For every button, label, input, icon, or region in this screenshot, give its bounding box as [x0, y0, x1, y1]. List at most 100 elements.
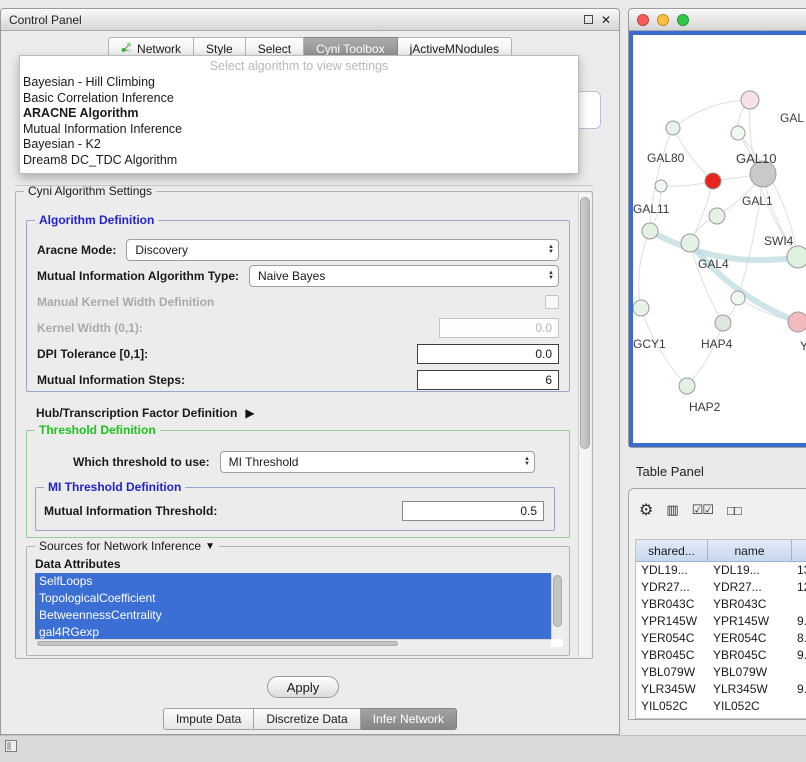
data-attribute-item[interactable]: BetweennessCentrality	[35, 607, 551, 624]
table-cell: YPR145W	[636, 613, 708, 630]
combo-arrows-icon	[548, 271, 554, 281]
mi-threshold-label: Mutual Information Threshold:	[44, 504, 217, 518]
network-node-gal1[interactable]	[709, 208, 725, 224]
column-header-name[interactable]: name	[708, 540, 792, 562]
algorithm-option-dream8-dc-tdc-algorithm[interactable]: Dream8 DC_TDC Algorithm	[20, 153, 578, 169]
column-selector-icon[interactable]: ▥	[666, 502, 677, 518]
collapse-down-icon[interactable]	[205, 541, 215, 552]
close-traffic-light-icon[interactable]	[637, 14, 649, 26]
network-edge[interactable]	[639, 231, 650, 308]
mi-threshold-input[interactable]: 0.5	[402, 501, 544, 521]
algorithm-option-aracne-algorithm[interactable]: ARACNE Algorithm	[20, 106, 578, 122]
kernel-width-input[interactable]: 0.0	[439, 318, 559, 338]
attribute-list-scrollbar[interactable]	[551, 573, 563, 639]
network-node-gal80[interactable]	[666, 121, 680, 135]
column-header-shared[interactable]: shared...	[636, 540, 708, 562]
table-row[interactable]: YIL052CYIL052C	[636, 698, 806, 715]
select-all-columns-icon[interactable]: ☑☑	[692, 502, 713, 518]
sources-title[interactable]: Sources for Network Inference	[35, 539, 219, 553]
data-attribute-item[interactable]: SelfLoops	[35, 573, 551, 590]
network-view-frame: GALGAL80GAL10GAL1GAL11SWI4GAL4YGCY1HAP4H…	[629, 31, 806, 447]
panel-toggle-icon[interactable]	[5, 740, 17, 752]
manual-kernel-checkbox[interactable]	[545, 295, 559, 309]
gear-icon[interactable]: ⚙	[639, 500, 652, 520]
table-cell: YLR345W	[708, 681, 792, 698]
table-row[interactable]: YDR27...YDR27...12	[636, 579, 806, 596]
table-cell: 13	[792, 562, 806, 579]
algorithm-option-bayesian-k2[interactable]: Bayesian - K2	[20, 137, 578, 153]
network-node-gal11[interactable]	[642, 223, 658, 239]
which-threshold-select[interactable]: MI Threshold	[220, 451, 535, 473]
network-node-label: GAL11	[633, 202, 670, 216]
network-edge[interactable]	[738, 174, 763, 298]
network-node[interactable]	[731, 291, 745, 305]
table-row[interactable]: YBR043CYBR043C	[636, 596, 806, 613]
tab-label: Style	[206, 42, 233, 56]
table-row[interactable]: YDL19...YDL19...13	[636, 562, 806, 579]
data-attributes-list[interactable]: SelfLoopsTopologicalCoefficientBetweenne…	[35, 573, 563, 647]
network-canvas[interactable]: GALGAL80GAL10GAL1GAL11SWI4GAL4YGCY1HAP4H…	[633, 35, 806, 443]
deselect-all-columns-icon[interactable]: □□	[727, 503, 741, 518]
mi-type-label: Mutual Information Algorithm Type:	[37, 269, 239, 283]
mi-steps-label: Mutual Information Steps:	[37, 373, 185, 387]
table-row[interactable]: YBL079WYBL079W	[636, 664, 806, 681]
mi-steps-value: 6	[545, 373, 552, 387]
sources-group: Sources for Network Inference Data Attri…	[26, 546, 570, 656]
hub-section-label: Hub/Transcription Factor Definition	[36, 406, 237, 420]
algorithm-option-basic-correlation-inference[interactable]: Basic Correlation Inference	[20, 91, 578, 107]
network-node-gcy1[interactable]	[633, 300, 649, 316]
data-attribute-item[interactable]: TopologicalCoefficient	[35, 590, 551, 607]
network-node-hap4[interactable]	[715, 315, 731, 331]
mi-type-value: Naive Bayes	[258, 269, 325, 283]
hub-section-row[interactable]: Hub/Transcription Factor Definition	[36, 402, 582, 424]
which-threshold-row: Which threshold to use: MI Threshold	[73, 451, 535, 473]
table-panel-window: ⚙▥☑☑□□ shared...nameAYDL19...YDL19...13Y…	[628, 488, 806, 720]
network-node[interactable]	[705, 173, 721, 189]
bottom-tab-impute-data[interactable]: Impute Data	[163, 708, 254, 730]
close-window-icon[interactable]	[601, 13, 611, 27]
table-row[interactable]: YPR145WYPR145W9.	[636, 613, 806, 630]
mi-type-select[interactable]: Naive Bayes	[249, 265, 559, 287]
table-row[interactable]: YLR345WYLR345W9.	[636, 681, 806, 698]
table-cell: YER054C	[636, 630, 708, 647]
mi-threshold-group-title: MI Threshold Definition	[44, 480, 185, 494]
expand-right-icon[interactable]	[245, 406, 254, 420]
network-node-swi4[interactable]	[787, 246, 806, 268]
mi-type-row: Mutual Information Algorithm Type: Naive…	[37, 265, 559, 287]
sources-title-text: Sources for Network Inference	[39, 539, 201, 553]
apply-button[interactable]: Apply	[267, 676, 339, 698]
control-panel-titlebar[interactable]: Control Panel	[1, 9, 619, 31]
network-node-y[interactable]	[788, 312, 806, 332]
attribute-table[interactable]: shared...nameAYDL19...YDL19...13YDR27...…	[635, 539, 806, 719]
table-row[interactable]: YER054CYER054C8.	[636, 630, 806, 647]
zoom-traffic-light-icon[interactable]	[677, 14, 689, 26]
window-controls	[637, 14, 689, 26]
network-node[interactable]	[731, 126, 745, 140]
aracne-mode-row: Aracne Mode: Discovery	[37, 239, 559, 261]
mi-steps-input[interactable]: 6	[417, 370, 559, 390]
column-header-a[interactable]: A	[792, 540, 806, 562]
table-row[interactable]: YBR045CYBR045C9.	[636, 647, 806, 664]
network-node-hap2[interactable]	[679, 378, 695, 394]
algorithm-option-bayesian-hill-climbing[interactable]: Bayesian - Hill Climbing	[20, 75, 578, 91]
network-graph[interactable]: GALGAL80GAL10GAL1GAL11SWI4GAL4YGCY1HAP4H…	[633, 35, 806, 443]
attribute-list-hscrollbar[interactable]	[35, 639, 551, 647]
float-window-icon[interactable]	[584, 15, 593, 24]
network-node-gal4[interactable]	[681, 234, 699, 252]
table-cell: 8.	[792, 630, 806, 647]
algorithm-option-mutual-information-inference[interactable]: Mutual Information Inference	[20, 122, 578, 138]
bottom-tab-discretize-data[interactable]: Discretize Data	[254, 708, 360, 730]
dpi-tolerance-input[interactable]: 0.0	[417, 344, 559, 364]
table-cell	[792, 596, 806, 613]
network-node[interactable]	[655, 180, 667, 192]
network-node-label: GAL4	[698, 257, 729, 271]
bottom-tab-infer-network[interactable]: Infer Network	[361, 708, 457, 730]
table-panel-title: Table Panel	[636, 464, 704, 479]
network-node-gal[interactable]	[741, 91, 759, 109]
network-window-titlebar[interactable]	[629, 9, 806, 31]
settings-scrollbar[interactable]	[578, 193, 591, 657]
network-edge[interactable]	[687, 323, 723, 386]
table-cell: YBL079W	[636, 664, 708, 681]
minimize-traffic-light-icon[interactable]	[657, 14, 669, 26]
aracne-mode-select[interactable]: Discovery	[126, 239, 559, 261]
